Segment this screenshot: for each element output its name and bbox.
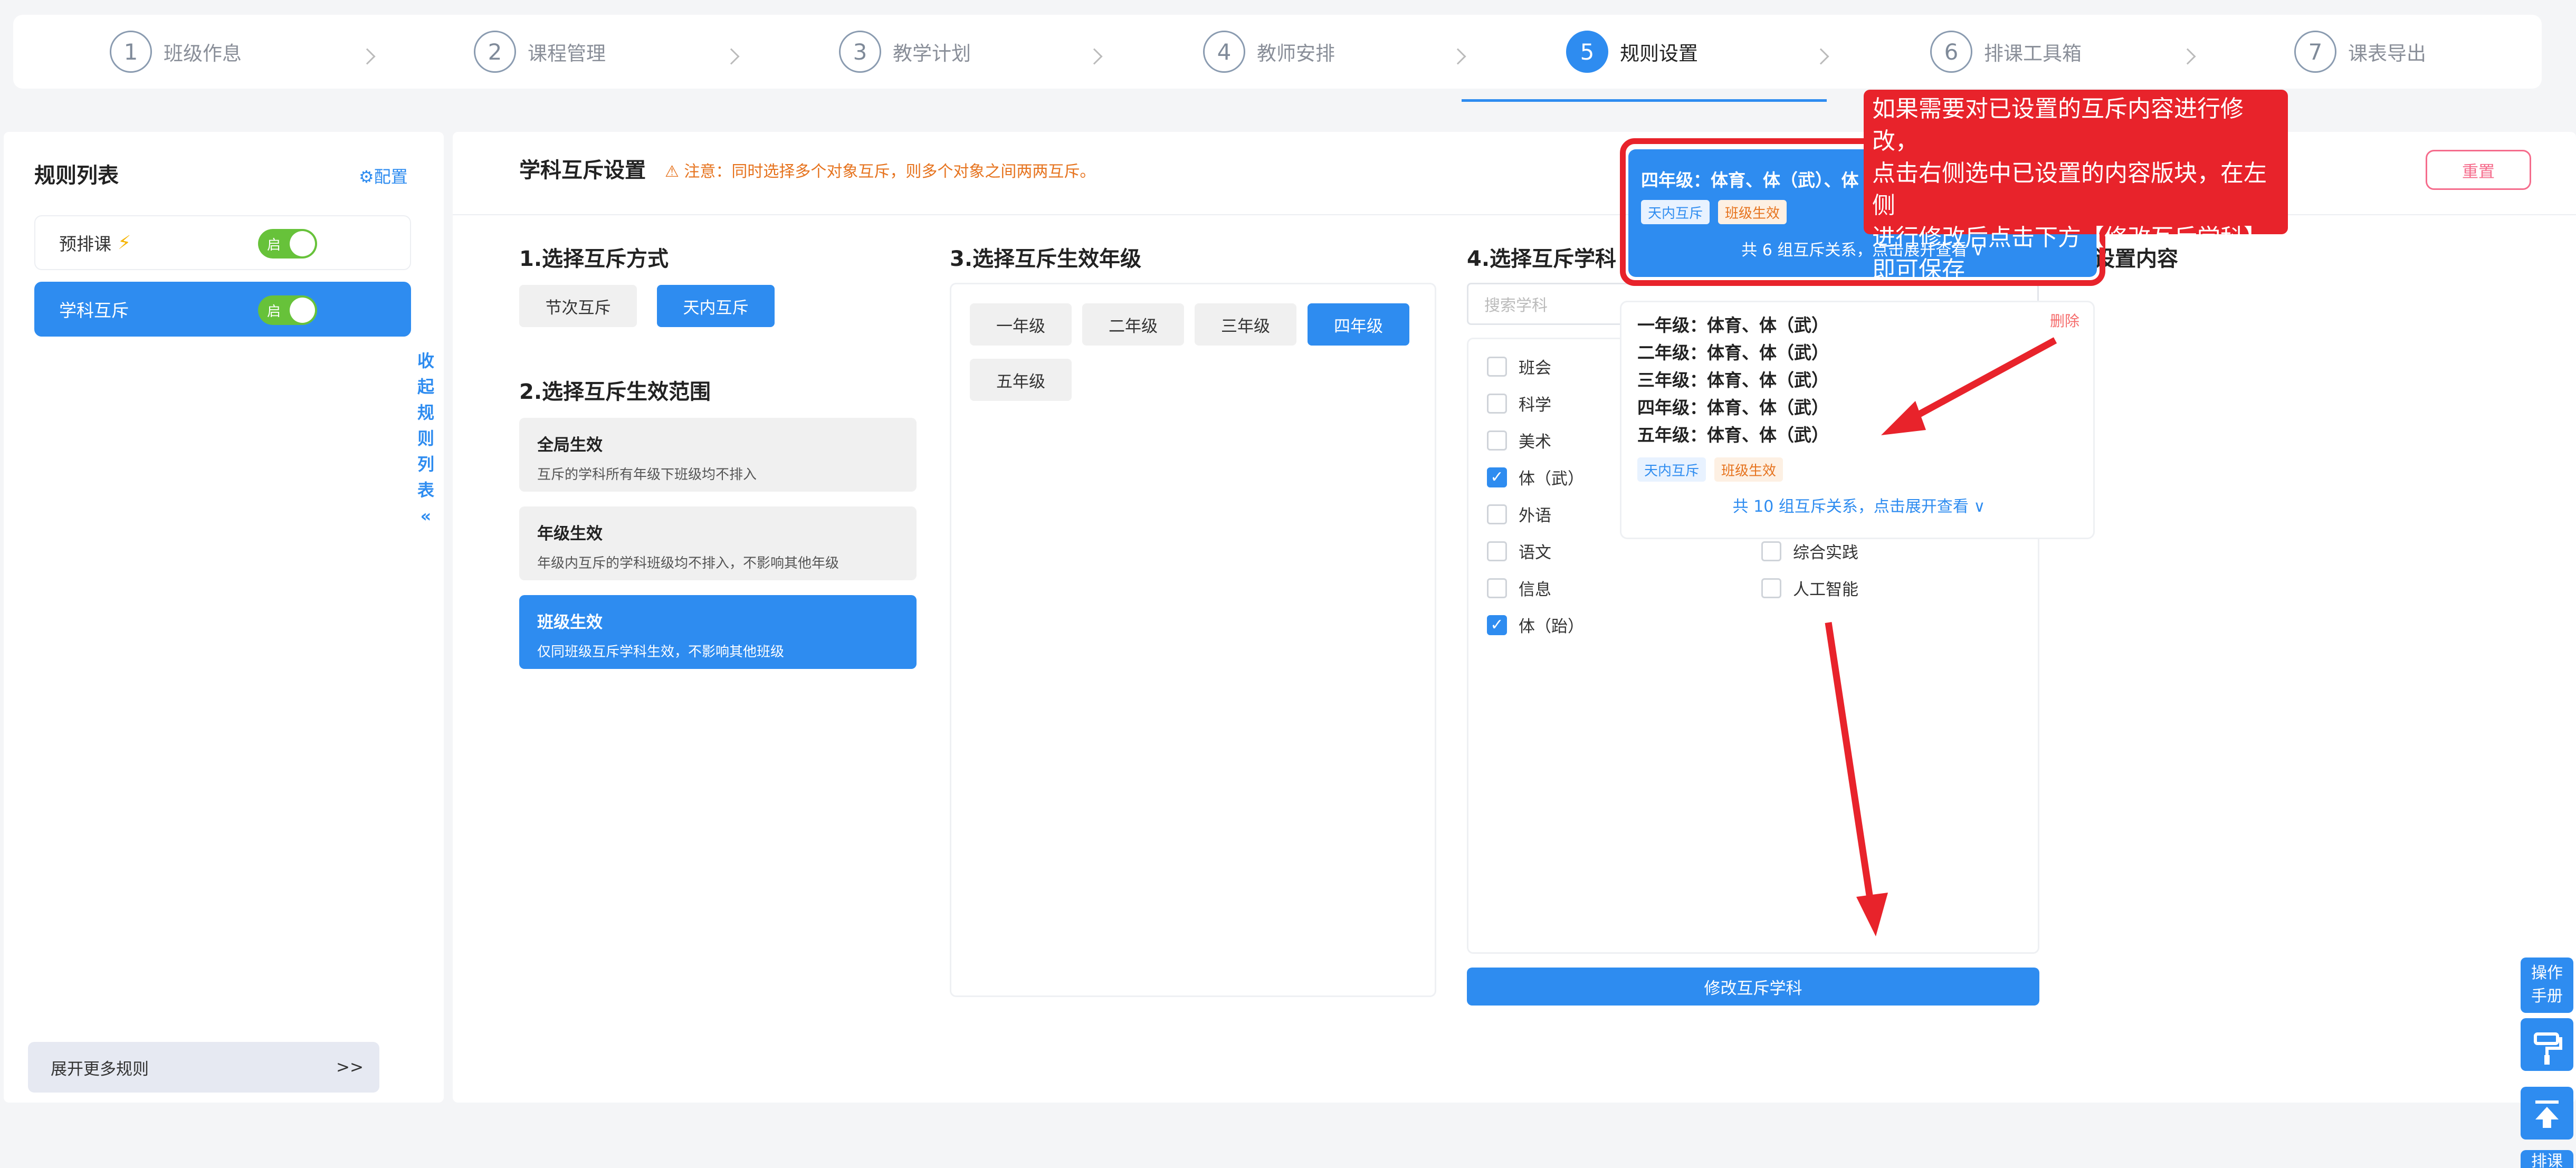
arrow-line <box>1825 622 1874 903</box>
arrow-up-icon <box>2535 1100 2559 1128</box>
back-to-top-button[interactable] <box>2521 1087 2573 1140</box>
arrow-head <box>1881 401 1926 435</box>
manual-button[interactable]: 操作 手册 <box>2521 958 2573 1013</box>
paint-roller-button[interactable] <box>2521 1018 2573 1071</box>
paint-roller-icon <box>2534 1032 2562 1065</box>
schedule-button[interactable]: 排课 <box>2521 1150 2573 1168</box>
annotation-arrows <box>1825 337 2057 936</box>
arrow-line <box>1903 337 2057 425</box>
schedule-label: 排课 <box>2531 1152 2563 1168</box>
manual-label: 手册 <box>2531 987 2563 1006</box>
arrow-head <box>1856 893 1888 936</box>
manual-label: 操作 <box>2531 964 2563 982</box>
